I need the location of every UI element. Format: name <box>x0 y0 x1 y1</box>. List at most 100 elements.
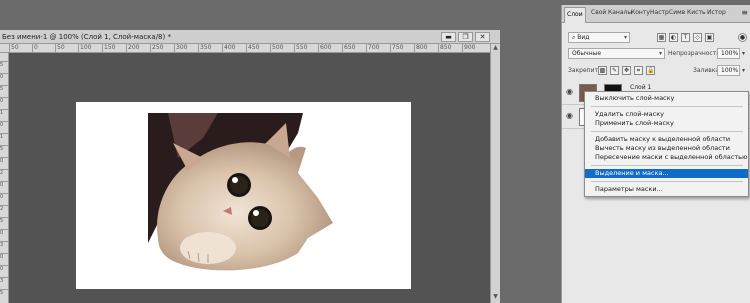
ruler-tick: 0 <box>0 97 8 104</box>
tab-layers[interactable]: Слои <box>564 7 586 23</box>
ruler-tick: 750 <box>390 44 404 52</box>
scroll-up-icon[interactable]: ▲ <box>491 44 500 54</box>
tab-character[interactable]: Симв <box>669 9 685 16</box>
blend-mode-value: Обычные <box>572 50 602 57</box>
tab-history[interactable]: Истор <box>707 9 726 16</box>
panel-menu-icon[interactable]: ≡ <box>741 8 748 17</box>
filter-smart-icon[interactable]: ▣ <box>705 33 714 42</box>
ruler-tick: 5 <box>0 289 8 296</box>
ruler-tick: 2 <box>0 205 8 212</box>
chevron-down-icon[interactable]: ▾ <box>742 67 745 74</box>
filter-adjust-icon[interactable]: ◐ <box>669 33 678 42</box>
ruler-tick: 50 <box>9 44 19 52</box>
ruler-tick: 0 <box>0 193 8 200</box>
ruler-tick: 900 <box>462 44 476 52</box>
opacity-field[interactable]: 100% <box>717 48 740 59</box>
ruler-tick: 0 <box>0 157 8 164</box>
ruler-tick: 2 <box>0 169 8 176</box>
top-ruler: 50 0 50 100 150 200 250 300 350 400 450 … <box>0 44 490 53</box>
filter-toggle-icon[interactable]: ● <box>738 33 747 42</box>
tab-adjustments[interactable]: Настр <box>650 9 669 16</box>
ruler-tick: 0 <box>0 73 8 80</box>
chevron-down-icon: ▾ <box>623 34 627 41</box>
tab-properties[interactable]: Свой <box>591 9 606 16</box>
ruler-tick: 450 <box>246 44 260 52</box>
ruler-tick: 150 <box>102 44 116 52</box>
ruler-tick: 50 <box>55 44 65 52</box>
ruler-tick: 0 <box>0 121 8 128</box>
ruler-tick: 850 <box>438 44 452 52</box>
menu-item-select-and-mask[interactable]: Выделение и маска... <box>585 169 748 178</box>
chevron-down-icon: ▾ <box>658 50 662 57</box>
eye-icon[interactable]: ◉ <box>566 87 573 96</box>
fill-value: 100% <box>721 67 739 74</box>
menu-separator <box>591 165 743 166</box>
menu-item-mask-options[interactable]: Параметры маски... <box>585 185 748 194</box>
layer-mask-context-menu: Выключить слой-маску Удалить слой-маску … <box>584 91 749 197</box>
scroll-down-icon[interactable]: ▼ <box>491 293 500 303</box>
ruler-tick: 1 <box>0 133 8 140</box>
tab-channels[interactable]: Каналы <box>608 9 632 16</box>
vertical-scrollbar[interactable]: ▲ ▼ <box>490 44 500 303</box>
ruler-tick: 250 <box>150 44 164 52</box>
panel-tabbar: Слои Свой Каналы Конту Настр Симв Кисть … <box>562 5 750 23</box>
ruler-tick: 650 <box>342 44 356 52</box>
ruler-tick: 0 <box>32 44 38 52</box>
lock-transparent-icon[interactable]: ▩ <box>598 66 607 75</box>
ruler-tick: 0 <box>0 181 8 188</box>
filter-shape-icon[interactable]: ◇ <box>693 33 702 42</box>
ruler-tick: 5 <box>0 61 8 68</box>
opacity-label: Непрозрачность: <box>668 50 722 57</box>
ruler-tick: 5 <box>0 85 8 92</box>
layer-name[interactable]: Слой 1 <box>630 84 651 91</box>
filter-pixel-icon[interactable]: ▦ <box>657 33 666 42</box>
layer-filter-select[interactable]: ⌕ Вид ▾ <box>568 32 630 43</box>
ruler-tick: 100 <box>78 44 92 52</box>
menu-separator <box>591 131 743 132</box>
ruler-tick: 400 <box>222 44 236 52</box>
lock-artboard-icon[interactable]: ⌗ <box>634 66 643 75</box>
ruler-tick: 1 <box>0 109 8 116</box>
minimize-button[interactable]: ▬ <box>441 32 456 42</box>
close-button[interactable]: ✕ <box>475 32 490 42</box>
ruler-tick: 350 <box>198 44 212 52</box>
menu-item-disable-mask[interactable]: Выключить слой-маску <box>585 94 748 103</box>
ruler-tick: 500 <box>270 44 284 52</box>
opacity-value: 100% <box>721 50 739 57</box>
menu-item-delete-mask[interactable]: Удалить слой-маску <box>585 110 748 119</box>
ruler-tick: 0 <box>0 253 8 260</box>
ruler-tick: 5 <box>0 145 8 152</box>
fill-field[interactable]: 100% <box>717 65 740 76</box>
ruler-tick: 3 <box>0 277 8 284</box>
filter-type-icon[interactable]: T <box>681 33 690 42</box>
ruler-tick: 3 <box>0 241 8 248</box>
document-titlebar[interactable]: Без имени-1 @ 100% (Слой 1, Слой-маска/8… <box>0 30 500 44</box>
ruler-tick: 300 <box>174 44 188 52</box>
cat-photo-layer[interactable] <box>148 113 333 275</box>
ruler-tick: 200 <box>126 44 140 52</box>
tab-paths[interactable]: Конту <box>631 9 650 16</box>
ruler-tick: 600 <box>318 44 332 52</box>
menu-separator <box>591 106 743 107</box>
ruler-tick: 700 <box>366 44 380 52</box>
filter-value: Вид <box>577 34 590 41</box>
menu-separator <box>591 181 743 182</box>
menu-item-subtract-mask-from-selection[interactable]: Вычесть маску из выделенной области <box>585 144 748 153</box>
menu-item-apply-mask[interactable]: Применить слой-маску <box>585 119 748 128</box>
lock-move-icon[interactable]: ✥ <box>622 66 631 75</box>
ruler-tick: 0 <box>0 229 8 236</box>
document-title: Без имени-1 @ 100% (Слой 1, Слой-маска/8… <box>2 33 171 41</box>
ruler-tick: 800 <box>414 44 428 52</box>
ruler-tick: 5 <box>0 217 8 224</box>
lock-all-icon[interactable]: 🔒 <box>646 66 655 75</box>
menu-item-intersect-mask-with-selection[interactable]: Пересечение маски с выделенной областью <box>585 153 748 162</box>
ruler-tick: 0 <box>0 265 8 272</box>
lock-brush-icon[interactable]: ✎ <box>610 66 619 75</box>
tab-brush[interactable]: Кисть <box>687 9 706 16</box>
menu-item-add-mask-to-selection[interactable]: Добавить маску к выделенной области <box>585 135 748 144</box>
blend-mode-select[interactable]: Обычные ▾ <box>568 48 665 59</box>
chevron-down-icon[interactable]: ▾ <box>742 50 745 57</box>
eye-icon[interactable]: ◉ <box>566 111 573 120</box>
maximize-button[interactable]: ❐ <box>458 32 473 42</box>
ruler-tick: 550 <box>294 44 308 52</box>
